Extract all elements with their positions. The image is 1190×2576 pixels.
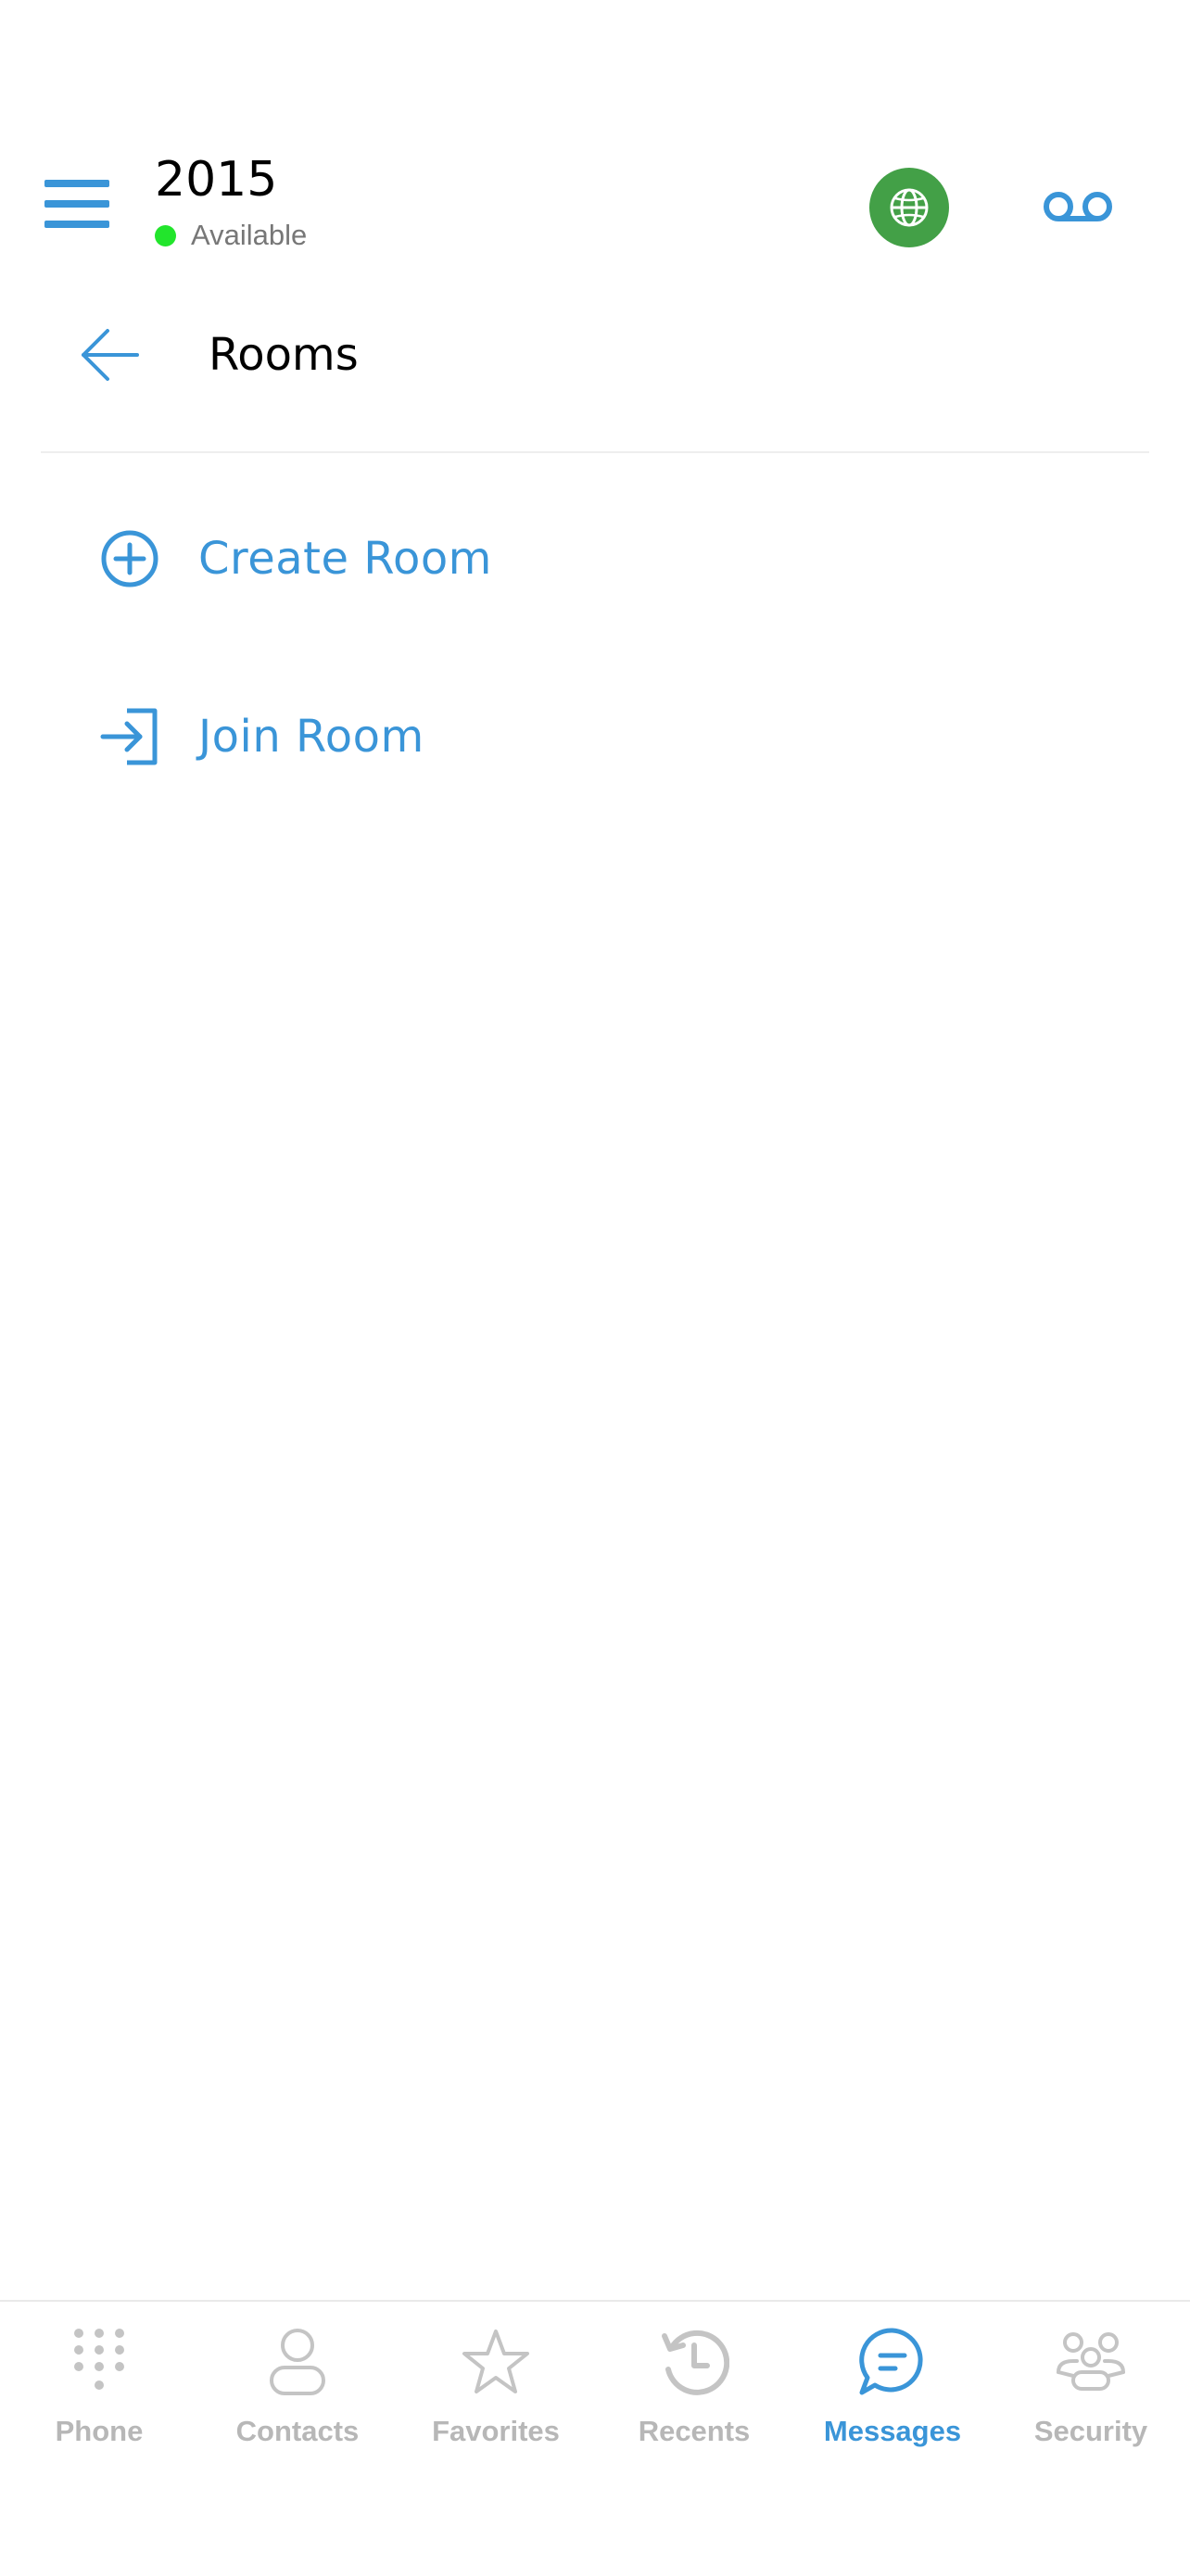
menu-bar [44,200,109,208]
nav-label: Phone [55,2415,144,2447]
divider [41,451,1149,453]
nav-label: Favorites [432,2415,560,2447]
chat-bubble-icon [851,2320,934,2404]
join-room-option[interactable]: Join Room [89,686,1108,788]
create-room-option[interactable]: Create Room [89,508,1108,610]
star-icon [454,2320,538,2404]
login-arrow-icon [89,696,171,777]
globe-icon [890,188,929,227]
nav-label: Messages [823,2415,962,2447]
voicemail-button[interactable] [1036,176,1120,237]
nav-label: Recents [638,2415,751,2447]
plus-circle-icon [89,518,171,600]
join-room-label: Join Room [198,711,424,763]
nav-favorites[interactable]: Favorites [397,2320,595,2469]
create-room-label: Create Room [198,533,492,585]
back-button[interactable] [70,320,150,390]
arrow-left-icon [82,329,139,381]
nav-contacts[interactable]: Contacts [198,2320,397,2469]
person-icon [256,2320,339,2404]
page-title: Rooms [209,329,359,381]
presence-status[interactable]: Available [155,215,307,256]
status-dot [155,224,176,246]
extension-number: 2015 [155,152,278,208]
nav-label: Security [1033,2415,1148,2447]
nav-label: Contacts [235,2415,360,2447]
nav-recents[interactable]: Recents [595,2320,793,2469]
globe-button[interactable] [869,168,949,247]
nav-phone[interactable]: Phone [0,2320,198,2469]
nav-messages[interactable]: Messages [793,2320,992,2469]
menu-bar [44,221,109,228]
dialpad-icon [57,2320,141,2404]
voicemail-icon [1044,192,1112,221]
group-icon [1049,2320,1133,2404]
history-icon [652,2320,736,2404]
nav-security[interactable]: Security [992,2320,1190,2469]
bottom-navigation: Phone Contacts Favorites Recents Message… [0,2300,1190,2576]
menu-bar [44,180,109,187]
status-text: Available [191,219,308,251]
hamburger-menu-button[interactable] [41,176,111,232]
